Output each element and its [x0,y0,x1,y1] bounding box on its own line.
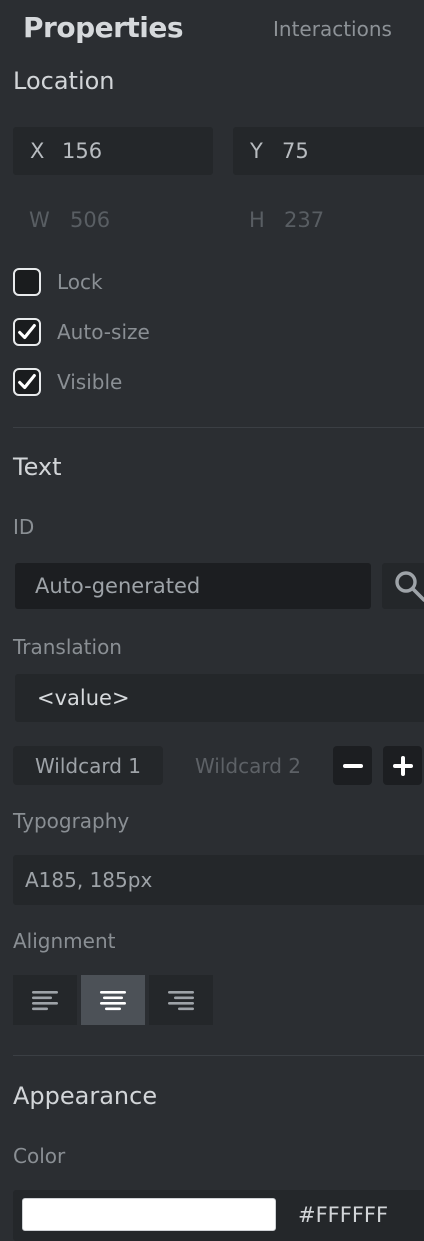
tab-properties[interactable]: Properties [23,11,184,44]
autosize-checkbox[interactable] [13,318,41,346]
typography-field[interactable]: A185, 185px [13,855,424,905]
typography-value: A185, 185px [25,868,153,892]
divider [13,427,424,428]
x-value: 156 [62,139,103,163]
id-label: ID [13,515,35,539]
color-hex-value[interactable]: #FFFFFF [298,1203,388,1227]
translation-field[interactable]: <value> [15,674,424,722]
appearance-section-title: Appearance [13,1082,158,1110]
id-input-placeholder: Auto-generated [35,574,201,598]
y-field[interactable]: Y 75 [233,127,424,175]
x-label: X [30,139,45,163]
divider [13,1055,424,1056]
autosize-checkbox-row[interactable]: Auto-size [13,318,150,346]
text-section-title: Text [13,453,62,481]
alignment-label: Alignment [13,929,116,953]
h-label: H [249,208,265,232]
align-center-button[interactable] [81,975,145,1025]
h-value: 237 [284,208,325,232]
align-left-icon [32,991,58,1011]
typography-label: Typography [13,809,130,833]
check-icon [18,374,36,390]
location-section-title: Location [13,67,115,95]
visible-checkbox-row[interactable]: Visible [13,368,122,396]
tab-interactions[interactable]: Interactions [273,17,392,41]
autosize-label: Auto-size [57,320,150,344]
wildcard-2-button[interactable]: Wildcard 2 [176,746,320,785]
w-field: W 506 [29,208,110,232]
w-value: 506 [70,208,111,232]
search-button[interactable] [382,563,424,609]
y-label: Y [250,139,263,163]
y-value: 75 [282,139,309,163]
remove-wildcard-button[interactable] [333,746,372,785]
wildcard-1-button[interactable]: Wildcard 1 [13,746,163,785]
minus-icon [342,763,363,768]
visible-checkbox[interactable] [13,368,41,396]
align-right-button[interactable] [149,975,213,1025]
align-center-icon [100,991,126,1011]
h-field: H 237 [249,208,324,232]
add-wildcard-button[interactable] [383,746,422,785]
w-label: W [29,208,50,232]
plus-icon [392,755,413,776]
lock-label: Lock [57,270,103,294]
color-swatch[interactable] [22,1198,276,1231]
align-left-button[interactable] [13,975,77,1025]
lock-checkbox[interactable] [13,268,41,296]
lock-checkbox-row[interactable]: Lock [13,268,103,296]
translation-value: <value> [37,686,130,710]
x-field[interactable]: X 156 [13,127,213,175]
align-right-icon [168,991,194,1011]
translation-label: Translation [13,635,122,659]
visible-label: Visible [57,370,123,394]
check-icon [18,324,36,340]
color-label: Color [13,1144,66,1168]
search-icon [395,571,424,602]
id-input[interactable]: Auto-generated [15,563,371,609]
